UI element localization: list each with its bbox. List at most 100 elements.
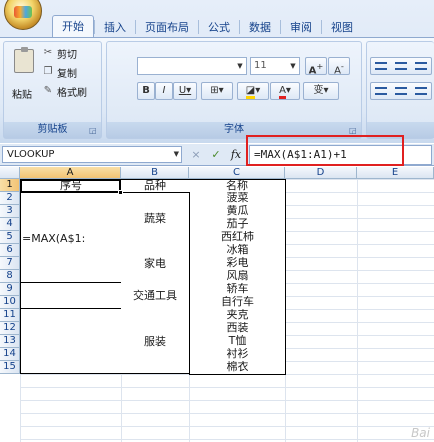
align-bottom-icon [415,62,427,70]
cell-a9-a10-merged[interactable] [20,283,122,309]
tab-view[interactable]: 视图 [322,18,362,37]
insert-function-icon[interactable]: fx [229,148,243,161]
paste-button[interactable]: 粘贴 [8,46,38,106]
tab-page-layout[interactable]: 页面布局 [136,18,198,37]
office-button[interactable] [4,0,42,30]
row-header-15[interactable]: 15 [0,361,20,374]
category-cell[interactable]: 蔬菜 [121,193,190,245]
clipboard-group: 粘贴 ✂ 剪切 ❐ 复制 ✎ 格式刷 剪贴板 ◲ [3,41,102,139]
ribbon-body: 粘贴 ✂ 剪切 ❐ 复制 ✎ 格式刷 剪贴板 ◲ ▼ 11 ▼ A+ A- B … [0,37,434,143]
align-top-icon [375,62,387,70]
row-header-1[interactable]: 1 [0,179,20,192]
select-all-corner[interactable] [0,167,20,179]
column-header-b[interactable]: B [121,167,189,179]
row-header-6[interactable]: 6 [0,244,20,257]
tab-insert[interactable]: 插入 [95,18,135,37]
cell-c1[interactable]: 名称 [189,179,286,193]
category-cell[interactable]: 交通工具 [121,283,190,310]
format-painter-icon: ✎ [43,85,53,96]
name-cell[interactable]: 棉衣 [189,361,286,375]
name-cell[interactable]: 轿车 [189,283,286,297]
tab-data[interactable]: 数据 [240,18,280,37]
underline-label: U [178,85,187,96]
clipboard-launcher-icon[interactable]: ◲ [89,126,98,135]
font-group: ▼ 11 ▼ A+ A- B I U▾ ⊞▾ ◪▾ A▾ 变▾ 字体 ◲ [106,41,362,139]
name-cell[interactable]: 自行车 [189,296,286,310]
align-top-buttons[interactable] [370,57,432,75]
spreadsheet-grid[interactable]: A B C D E 1 2 3 4 5 6 7 8 9 10 11 12 13 … [0,167,434,442]
underline-button[interactable]: U▾ [173,82,197,100]
name-cell[interactable]: 夹克 [189,309,286,323]
font-color-button[interactable]: A▾ [270,82,300,100]
fill-handle[interactable] [118,190,123,195]
font-color-label: A [279,85,286,99]
row-header-10[interactable]: 10 [0,296,20,309]
align-middle-icon [395,62,407,70]
font-size-select[interactable]: 11 ▼ [250,57,300,75]
copy-icon: ❐ [43,66,53,77]
name-cell[interactable]: 衬衫 [189,348,286,362]
paste-icon [14,47,34,73]
row-header-2[interactable]: 2 [0,192,20,205]
italic-button[interactable]: I [155,82,173,100]
name-cell[interactable]: 风扇 [189,270,286,284]
tab-review[interactable]: 审阅 [281,18,321,37]
name-cell[interactable]: 冰箱 [189,244,286,258]
row-header-5[interactable]: 5 [0,231,20,244]
row-header-3[interactable]: 3 [0,205,20,218]
name-cell[interactable]: 茄子 [189,218,286,232]
format-painter-button[interactable]: ✎ 格式刷 [42,83,87,99]
copy-button[interactable]: ❐ 复制 [42,64,77,80]
column-header-e[interactable]: E [357,167,434,179]
font-size-value: 11 [254,60,267,71]
tab-formulas[interactable]: 公式 [199,18,239,37]
fill-color-icon: ◪ [245,85,256,99]
phonetic-button[interactable]: 变▾ [303,82,339,100]
borders-button[interactable]: ⊞▾ [201,82,233,100]
name-cell[interactable]: 彩电 [189,257,286,271]
name-cell[interactable]: 西红柿 [189,231,286,245]
column-header-c[interactable]: C [189,167,285,179]
font-name-select[interactable]: ▼ [137,57,247,75]
bold-button[interactable]: B [137,82,155,100]
name-cell[interactable]: 菠菜 [189,192,286,206]
tab-home[interactable]: 开始 [52,15,94,37]
font-launcher-icon[interactable]: ◲ [349,126,358,135]
enter-icon[interactable]: ✓ [209,148,223,161]
cell-a11-a15-merged[interactable] [20,309,122,374]
format-painter-label: 格式刷 [57,87,87,99]
chevron-down-icon: ▼ [290,62,296,70]
name-cell[interactable]: 西装 [189,322,286,336]
ribbon-tabs: 开始 插入 页面布局 公式 数据 审阅 视图 [52,15,434,37]
fill-color-button[interactable]: ◪▾ [237,82,269,100]
cell-b1[interactable]: 品种 [121,179,190,193]
paste-label: 粘贴 [12,90,32,101]
category-cell[interactable]: 家电 [121,244,190,284]
row-header-8[interactable]: 8 [0,270,20,283]
cell-a6-a8-merged[interactable] [20,244,122,283]
alignment-group [366,41,434,139]
row-header-7[interactable]: 7 [0,257,20,270]
align-horizontal-buttons[interactable] [370,82,432,100]
row-header-12[interactable]: 12 [0,322,20,335]
cancel-icon[interactable]: × [189,148,203,161]
row-header-13[interactable]: 13 [0,335,20,348]
column-header-d[interactable]: D [285,167,357,179]
column-header-a[interactable]: A [20,167,121,179]
row-header-14[interactable]: 14 [0,348,20,361]
name-cell[interactable]: T恤 [189,335,286,349]
clipboard-group-label: 剪贴板 [4,122,101,138]
ribbon: 开始 插入 页面布局 公式 数据 审阅 视图 粘贴 ✂ 剪切 ❐ 复制 ✎ 格式… [0,0,434,143]
row-header-4[interactable]: 4 [0,218,20,231]
row-header-9[interactable]: 9 [0,283,20,296]
name-cell[interactable]: 黄瓜 [189,205,286,219]
active-cell-selection[interactable] [20,179,123,195]
shrink-font-button[interactable]: A- [328,57,350,76]
cut-button[interactable]: ✂ 剪切 [42,45,77,61]
chevron-down-icon[interactable]: ▼ [174,147,179,162]
italic-label: I [162,85,166,96]
row-header-11[interactable]: 11 [0,309,20,322]
grow-font-button[interactable]: A+ [305,57,327,76]
category-cell[interactable]: 服装 [121,309,190,374]
name-box[interactable]: VLOOKUP ▼ [2,146,182,163]
